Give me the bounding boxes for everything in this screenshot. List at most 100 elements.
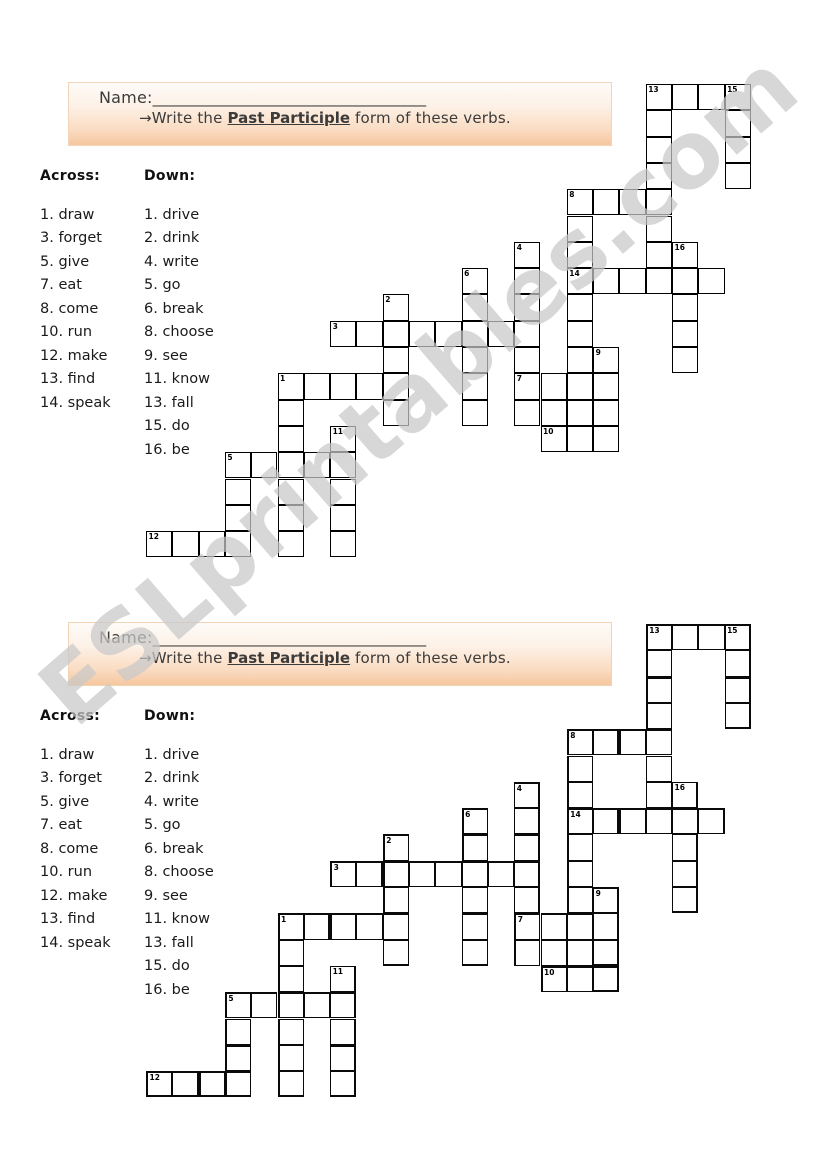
grid-cell[interactable] xyxy=(303,992,331,1019)
grid-cell-8[interactable]: 8 xyxy=(566,729,594,756)
grid-cell[interactable] xyxy=(356,320,383,347)
grid-cell-10[interactable]: 10 xyxy=(540,425,567,453)
grid-cell-15[interactable]: 15 xyxy=(724,624,751,651)
grid-cell[interactable] xyxy=(382,887,409,914)
grid-cell[interactable] xyxy=(672,834,699,861)
grid-cell-13[interactable]: 13 xyxy=(645,84,672,111)
grid-cell[interactable] xyxy=(356,913,383,940)
grid-cell-14[interactable]: 14 xyxy=(566,268,594,295)
grid-cell[interactable] xyxy=(593,268,620,295)
grid-cell[interactable] xyxy=(330,504,357,532)
grid-cell[interactable] xyxy=(645,215,672,242)
grid-cell[interactable] xyxy=(619,729,646,756)
grid-cell[interactable] xyxy=(645,729,672,756)
grid-cell[interactable] xyxy=(409,860,436,887)
grid-cell[interactable] xyxy=(514,860,541,887)
grid-cell[interactable] xyxy=(724,136,751,163)
grid-cell[interactable] xyxy=(672,84,699,111)
grid-cell[interactable] xyxy=(645,702,672,730)
grid-cell[interactable] xyxy=(672,887,699,914)
grid-cell[interactable] xyxy=(330,478,357,505)
grid-cell[interactable] xyxy=(593,399,620,426)
grid-cell[interactable] xyxy=(566,241,594,269)
grid-cell[interactable] xyxy=(461,399,488,426)
grid-cell[interactable] xyxy=(566,347,594,374)
grid-cell[interactable] xyxy=(461,373,488,400)
grid-cell[interactable] xyxy=(277,504,304,532)
grid-cell[interactable] xyxy=(645,781,672,809)
grid-cell[interactable] xyxy=(566,834,594,861)
grid-cell[interactable] xyxy=(198,1071,225,1098)
grid-cell[interactable] xyxy=(356,860,383,887)
grid-cell[interactable] xyxy=(645,808,672,835)
grid-cell[interactable] xyxy=(514,808,541,835)
grid-cell[interactable] xyxy=(435,860,462,887)
grid-cell[interactable] xyxy=(593,965,620,993)
grid-cell[interactable] xyxy=(698,808,725,835)
grid-cell-5[interactable]: 5 xyxy=(224,992,252,1019)
grid-cell[interactable] xyxy=(645,136,672,163)
grid-cell[interactable] xyxy=(540,939,567,966)
grid-cell[interactable] xyxy=(251,992,278,1019)
grid-cell[interactable] xyxy=(461,347,488,374)
grid-cell[interactable] xyxy=(645,755,672,782)
grid-cell[interactable] xyxy=(382,939,409,966)
grid-cell[interactable] xyxy=(566,887,594,914)
grid-cell[interactable] xyxy=(593,425,620,453)
grid-cell[interactable] xyxy=(566,399,594,426)
grid-cell[interactable] xyxy=(487,320,515,347)
grid-cell-9[interactable]: 9 xyxy=(593,347,620,374)
grid-cell-1[interactable]: 1 xyxy=(277,373,304,400)
grid-cell[interactable] xyxy=(461,887,488,914)
grid-cell[interactable] xyxy=(672,624,699,651)
grid-cell-11[interactable]: 11 xyxy=(330,425,357,453)
grid-cell[interactable] xyxy=(277,452,304,479)
grid-cell[interactable] xyxy=(645,110,672,137)
grid-cell[interactable] xyxy=(514,320,541,347)
grid-cell[interactable] xyxy=(382,913,409,940)
grid-cell[interactable] xyxy=(382,860,409,887)
grid-cell[interactable] xyxy=(514,294,541,321)
grid-cell-1[interactable]: 1 xyxy=(277,913,304,940)
grid-cell[interactable] xyxy=(566,294,594,321)
grid-cell-5[interactable]: 5 xyxy=(224,452,252,479)
grid-cell[interactable] xyxy=(724,702,751,730)
grid-cell[interactable] xyxy=(566,860,594,887)
grid-cell[interactable] xyxy=(566,755,594,782)
crossword-grid-1[interactable]: 13 15 8 4 16 6 14 2 3 9 1 7 11 10 5 12 xyxy=(146,84,806,558)
grid-cell[interactable] xyxy=(645,189,672,216)
grid-cell[interactable] xyxy=(277,425,304,453)
grid-cell[interactable] xyxy=(672,294,699,321)
grid-cell[interactable] xyxy=(330,1044,357,1072)
grid-cell[interactable] xyxy=(461,913,488,940)
grid-cell[interactable] xyxy=(224,478,252,505)
grid-cell[interactable] xyxy=(382,347,409,374)
grid-cell[interactable] xyxy=(172,1071,199,1098)
grid-cell[interactable] xyxy=(224,1071,252,1098)
grid-cell-6[interactable]: 6 xyxy=(461,268,488,295)
grid-cell[interactable] xyxy=(224,504,252,532)
grid-cell[interactable] xyxy=(672,320,699,347)
grid-cell[interactable] xyxy=(514,887,541,914)
grid-cell[interactable] xyxy=(382,373,409,400)
grid-cell-4[interactable]: 4 xyxy=(514,241,541,269)
grid-cell[interactable] xyxy=(724,676,751,703)
grid-cell[interactable] xyxy=(645,268,672,295)
grid-cell[interactable] xyxy=(724,162,751,190)
grid-cell[interactable] xyxy=(224,1044,252,1072)
grid-cell[interactable] xyxy=(619,808,646,835)
grid-cell[interactable] xyxy=(619,268,646,295)
grid-cell[interactable] xyxy=(645,650,672,677)
grid-cell-16[interactable]: 16 xyxy=(672,241,699,269)
grid-cell[interactable] xyxy=(593,373,620,400)
grid-cell[interactable] xyxy=(487,860,515,887)
grid-cell[interactable] xyxy=(566,320,594,347)
grid-cell[interactable] xyxy=(461,939,488,966)
grid-cell-16[interactable]: 16 xyxy=(672,781,699,809)
grid-cell-12[interactable]: 12 xyxy=(146,1071,173,1098)
grid-cell[interactable] xyxy=(566,913,594,940)
grid-cell[interactable] xyxy=(540,913,567,940)
grid-cell-13[interactable]: 13 xyxy=(645,624,672,651)
grid-cell-3[interactable]: 3 xyxy=(330,320,357,347)
grid-cell[interactable] xyxy=(514,939,541,966)
